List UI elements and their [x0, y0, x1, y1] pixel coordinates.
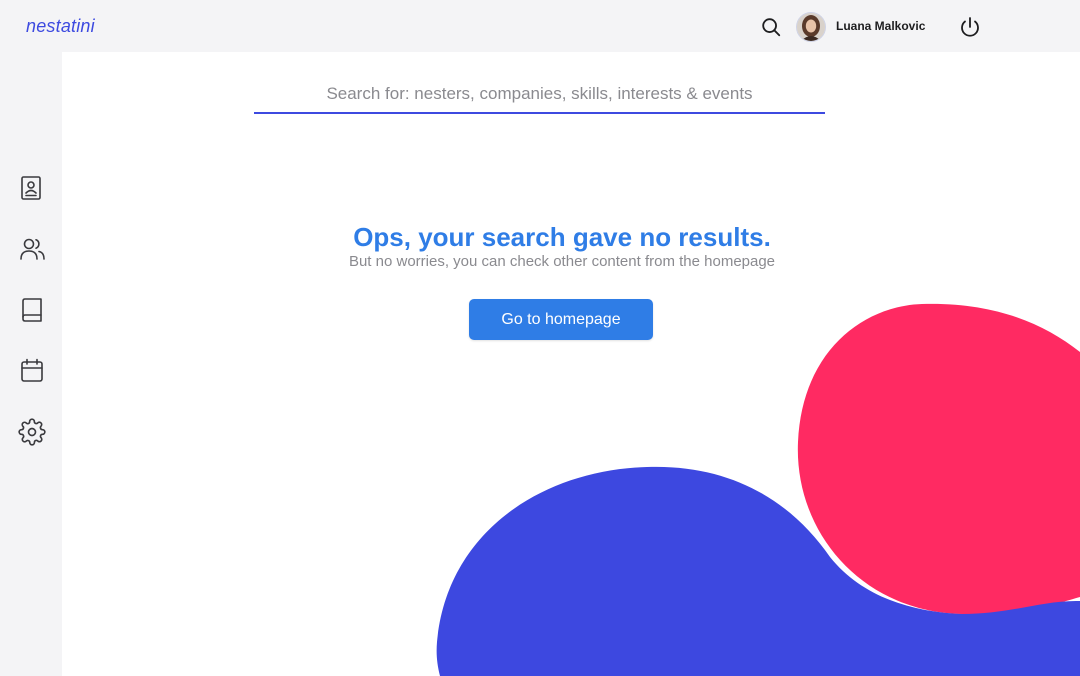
search-icon[interactable] [760, 16, 782, 38]
app-logo[interactable]: nestatini [26, 16, 95, 37]
go-to-homepage-button[interactable]: Go to homepage [469, 299, 653, 340]
contact-book-icon[interactable] [18, 174, 46, 202]
calendar-icon[interactable] [18, 357, 46, 385]
gear-icon[interactable] [18, 418, 46, 446]
no-results-title: Ops, your search gave no results. [353, 222, 771, 252]
main-content: Ops, your search gave no results. But no… [62, 52, 1080, 676]
indigo-blob [436, 466, 1080, 676]
app-window: nestatini Luana Malkovic Search for: nes… [0, 0, 1080, 676]
book-icon[interactable] [18, 296, 46, 324]
decorative-blobs [436, 303, 1080, 676]
search-input[interactable] [254, 76, 825, 114]
user-avatar[interactable] [796, 12, 826, 42]
sidebar [0, 52, 62, 676]
power-icon[interactable] [958, 15, 982, 39]
pink-blob [797, 303, 1080, 615]
users-icon[interactable] [18, 235, 46, 263]
top-header: nestatini Luana Malkovic [0, 0, 1080, 52]
no-results-subtitle: But no worries, you can check other cont… [348, 253, 776, 270]
main-search-bar [254, 76, 825, 114]
user-name[interactable]: Luana Malkovic [836, 19, 925, 33]
